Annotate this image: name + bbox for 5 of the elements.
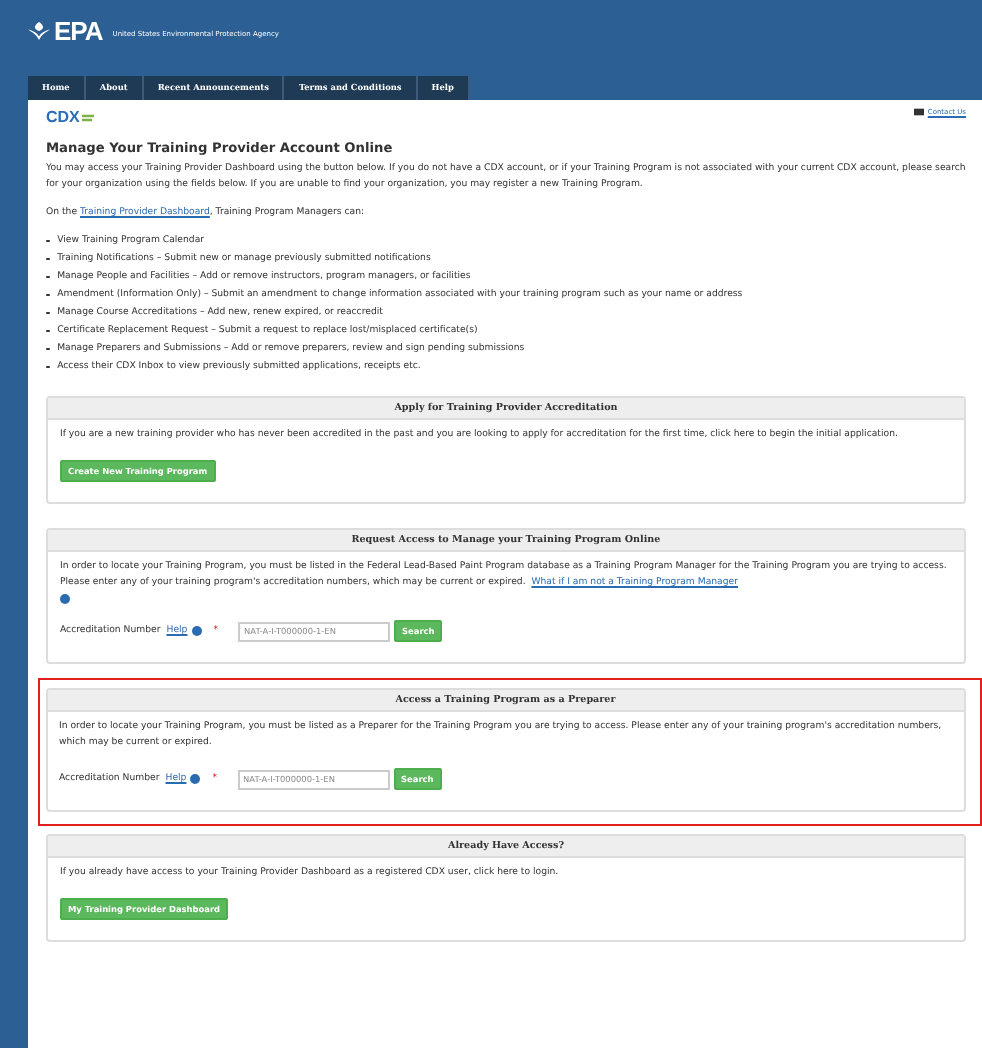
- cdx-swoosh-icon: [81, 111, 94, 123]
- epa-logo[interactable]: EPA: [54, 15, 103, 45]
- cdx-logo[interactable]: CDX: [46, 108, 80, 126]
- epa-flower-icon: [28, 21, 50, 39]
- envelope-icon: [913, 108, 924, 116]
